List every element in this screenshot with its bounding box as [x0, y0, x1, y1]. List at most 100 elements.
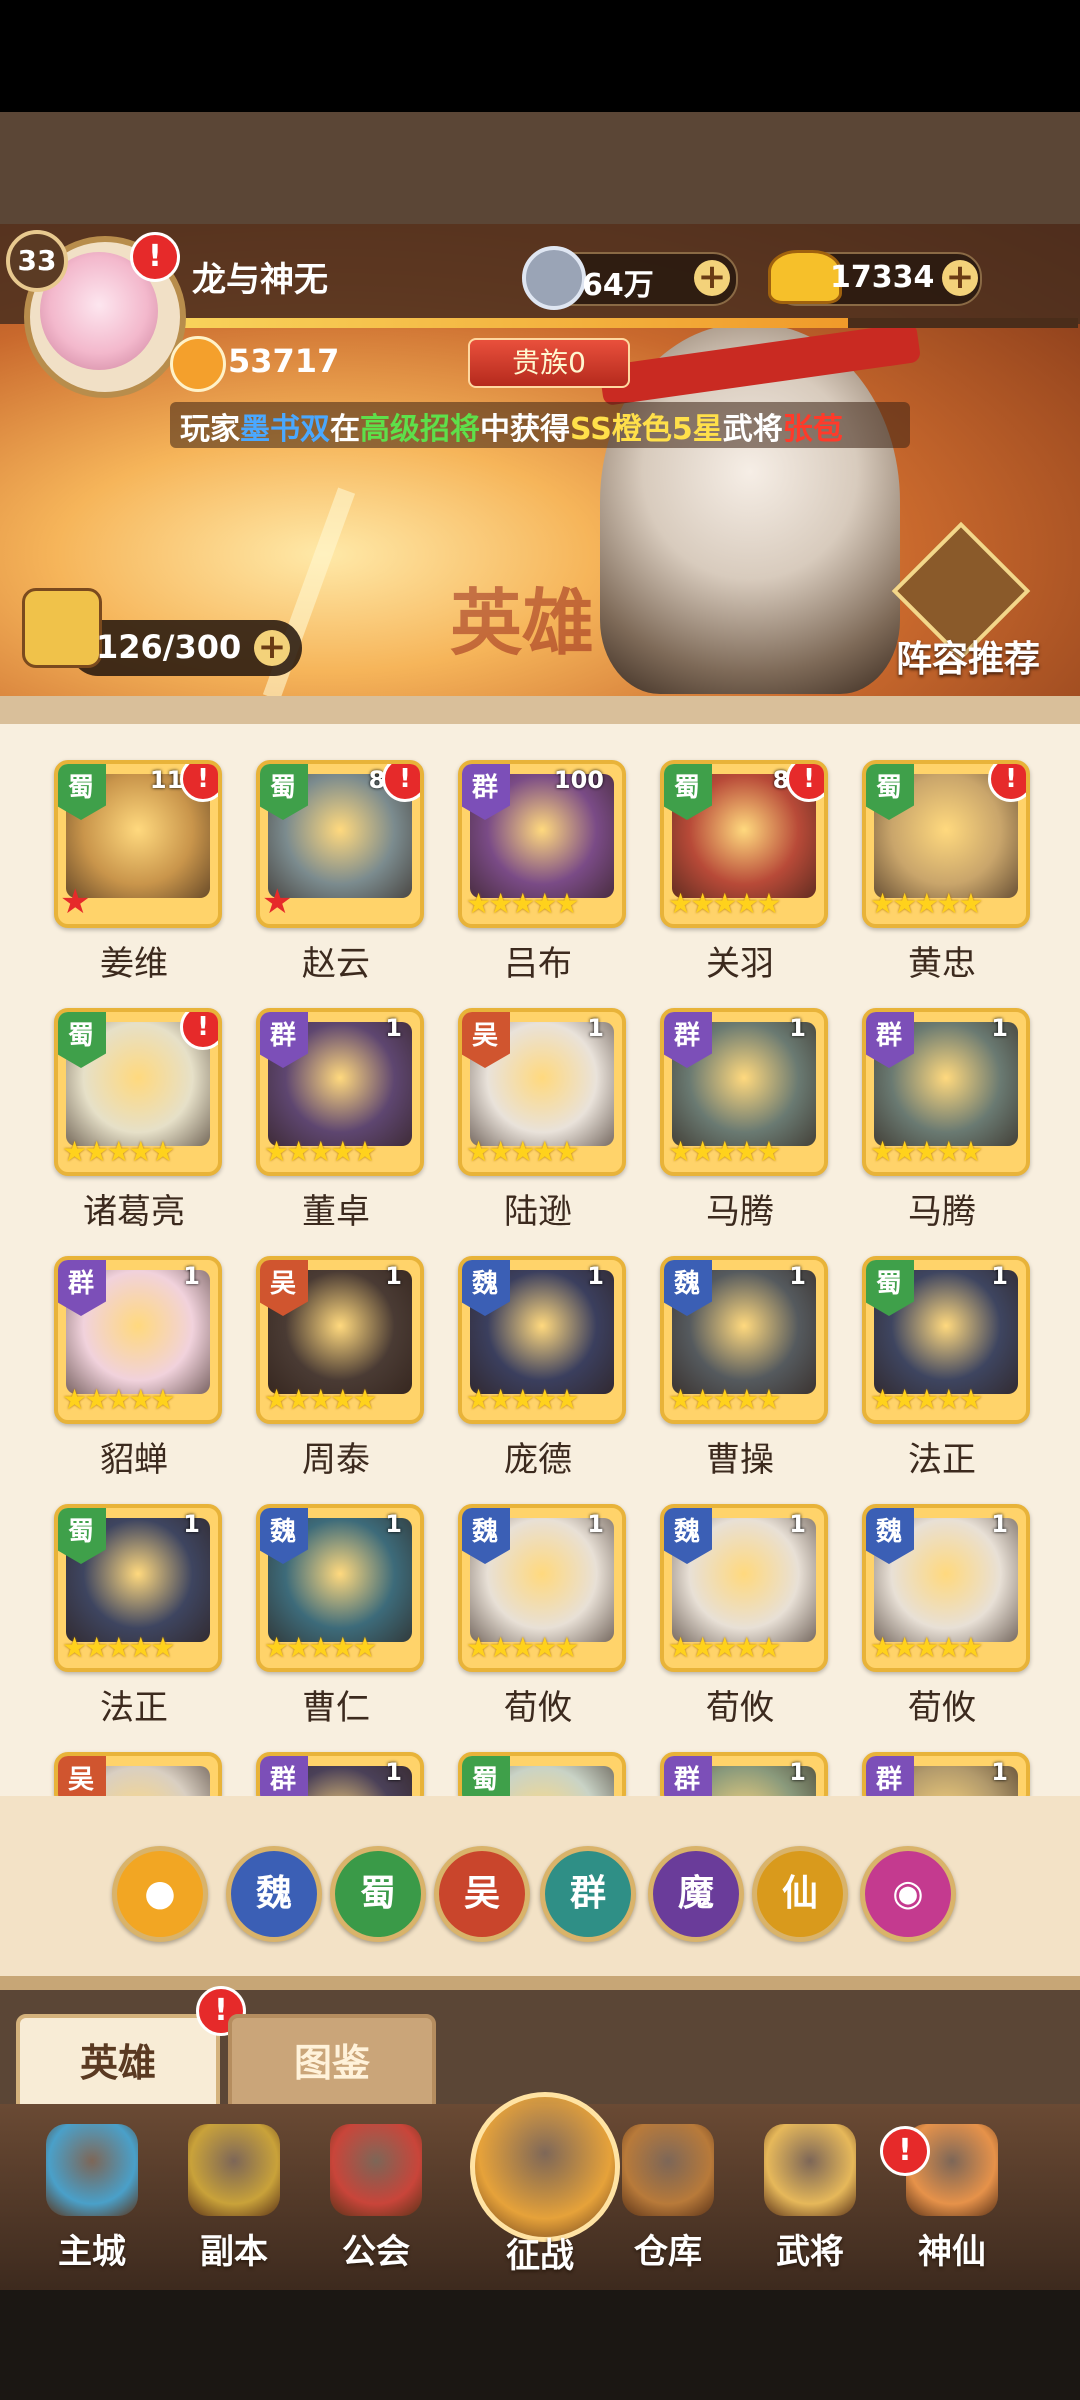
- ticker-rarity: SS橙色5星: [570, 412, 723, 447]
- hero-name: 荀攸: [706, 1688, 774, 1728]
- hero-name: 法正: [908, 1440, 976, 1480]
- coin-icon: [522, 246, 586, 310]
- star-rating: ★★★★★: [466, 1383, 580, 1416]
- faction-filter-button[interactable]: 蜀: [330, 1846, 426, 1942]
- hero-name: 曹仁: [302, 1688, 370, 1728]
- hero-card[interactable]: 吴 1 ★★★★★: [256, 1256, 424, 1424]
- hero-card[interactable]: 魏 1 ★★★★★: [660, 1504, 828, 1672]
- hero-alert-icon: !: [180, 764, 218, 802]
- hero-name: 黄忠: [908, 944, 976, 984]
- tab-hero[interactable]: 英雄: [16, 2014, 220, 2112]
- ticker-action: 高级招将: [360, 412, 480, 447]
- ticker-player: 墨书双: [240, 412, 330, 447]
- hero-card[interactable]: 蜀 110 ★!: [54, 760, 222, 928]
- star-rating: ★★★★★: [668, 1631, 782, 1664]
- hero-card[interactable]: 魏 1 ★★★★★: [862, 1504, 1030, 1672]
- swirl-icon[interactable]: ◉: [860, 1846, 956, 1942]
- faction-filter-button[interactable]: 群: [540, 1846, 636, 1942]
- hero-level: 1: [385, 1014, 402, 1042]
- star-rating: ★★★★★: [870, 1631, 984, 1664]
- hero-name: 法正: [100, 1688, 168, 1728]
- hero-name: 马腾: [908, 1192, 976, 1232]
- hero-card[interactable]: 群 1 ★★★★★: [862, 1008, 1030, 1176]
- hero-name: 赵云: [302, 944, 370, 984]
- hero-card[interactable]: 群 1 ★★★★★: [256, 1008, 424, 1176]
- hero-level: 1: [183, 1262, 200, 1290]
- top-band: [0, 112, 1080, 224]
- nav-item[interactable]: 副本: [164, 2124, 304, 2294]
- hero-card[interactable]: 魏 1 ★★★★★: [256, 1504, 424, 1672]
- add-coin-button[interactable]: +: [694, 260, 730, 296]
- gold-amount: 17334: [830, 260, 935, 295]
- ticker-text-2: 中获得: [480, 412, 570, 447]
- hero-card[interactable]: 群 1 ★★★★★: [660, 1008, 828, 1176]
- hero-count: 126/300: [96, 628, 242, 666]
- ticker-hero: 张苞: [782, 412, 843, 447]
- faction-filter-button[interactable]: 魔: [648, 1846, 744, 1942]
- faction-filter-button[interactable]: 魏: [226, 1846, 322, 1942]
- ticker-text-3: 武将: [722, 412, 783, 447]
- hero-card[interactable]: 蜀 1 ★★★★★: [862, 1256, 1030, 1424]
- castle-icon: [46, 2124, 138, 2216]
- hero-card[interactable]: 蜀80★!: [256, 760, 424, 928]
- nav-label: 武将: [776, 2232, 844, 2272]
- nav-item[interactable]: 武将: [740, 2124, 880, 2294]
- lineup-recommend-button[interactable]: 阵容推荐: [896, 630, 1040, 682]
- ticker-text-1: 在: [330, 412, 360, 447]
- hero-name: 董卓: [302, 1192, 370, 1232]
- hero-name: 诸葛亮: [83, 1192, 185, 1232]
- nav-item[interactable]: 公会: [306, 2124, 446, 2294]
- noble-rank-button[interactable]: 贵族0: [468, 338, 630, 388]
- hero-card[interactable]: 群 1 ★★★★★: [54, 1256, 222, 1424]
- star-rating: ★★★★★: [62, 1135, 176, 1168]
- faction-filter-button[interactable]: 吴: [434, 1846, 530, 1942]
- paw-icon: [170, 336, 226, 392]
- hero-card[interactable]: 魏 1 ★★★★★: [660, 1256, 828, 1424]
- nav-general-alert-icon: !: [880, 2126, 930, 2176]
- coin-amount: 64万: [582, 268, 654, 303]
- hero-token-icon: [22, 588, 102, 668]
- red-star-icon: ★: [60, 882, 91, 922]
- nav-label: 副本: [200, 2232, 268, 2272]
- star-rating: ★★★★★: [62, 1631, 176, 1664]
- nav-item[interactable]: 仓库: [598, 2124, 738, 2294]
- banner-bg-text: 英雄: [450, 580, 595, 665]
- star-rating: ★★★★★: [466, 887, 580, 920]
- hero-card[interactable]: 蜀1★★★★★!: [862, 760, 1030, 928]
- add-gold-button[interactable]: +: [942, 260, 978, 296]
- tab-strip: [0, 1976, 1080, 1990]
- nav-label: 主城: [58, 2232, 126, 2272]
- hero-card[interactable]: 蜀1★★★★★!: [54, 1008, 222, 1176]
- hero-level: 1: [587, 1262, 604, 1290]
- star-rating: ★★★★★: [870, 1135, 984, 1168]
- cat-general-icon: [764, 2124, 856, 2216]
- red-star-icon: ★: [262, 882, 293, 922]
- nav-item[interactable]: 主城: [22, 2124, 162, 2294]
- hero-level: 1: [587, 1014, 604, 1042]
- star-rating: ★★★★★: [264, 1383, 378, 1416]
- hero-card[interactable]: 魏 1 ★★★★★: [458, 1256, 626, 1424]
- expand-hero-slots-button[interactable]: +: [254, 630, 290, 666]
- nav-label: 神仙: [918, 2232, 986, 2272]
- faction-filter-button[interactable]: 仙: [752, 1846, 848, 1942]
- hero-card[interactable]: 蜀 1 ★★★★★: [54, 1504, 222, 1672]
- nav-label: 仓库: [634, 2232, 702, 2272]
- hero-card[interactable]: 蜀88★★★★★!: [660, 760, 828, 928]
- star-rating: ★★★★★: [870, 887, 984, 920]
- hero-level: 1: [991, 1510, 1008, 1538]
- hero-level: 1: [991, 1758, 1008, 1786]
- hero-card[interactable]: 吴 1 ★★★★★: [458, 1008, 626, 1176]
- star-rating: ★★★★★: [62, 1383, 176, 1416]
- tab-atlas[interactable]: 图鉴: [228, 2014, 436, 2112]
- star-rating: ★★★★★: [668, 1383, 782, 1416]
- hero-level: 1: [789, 1758, 806, 1786]
- hero-name: 荀攸: [908, 1688, 976, 1728]
- hero-level: 1: [991, 1262, 1008, 1290]
- star-rating: ★★★★★: [264, 1135, 378, 1168]
- nav-label: 公会: [342, 2232, 410, 2272]
- paw-icon[interactable]: ●: [112, 1846, 208, 1942]
- hero-level: 1: [991, 1014, 1008, 1042]
- avatar-alert-icon: !: [130, 232, 180, 282]
- hero-card[interactable]: 群 100 ★★★★★: [458, 760, 626, 928]
- hero-card[interactable]: 魏 1 ★★★★★: [458, 1504, 626, 1672]
